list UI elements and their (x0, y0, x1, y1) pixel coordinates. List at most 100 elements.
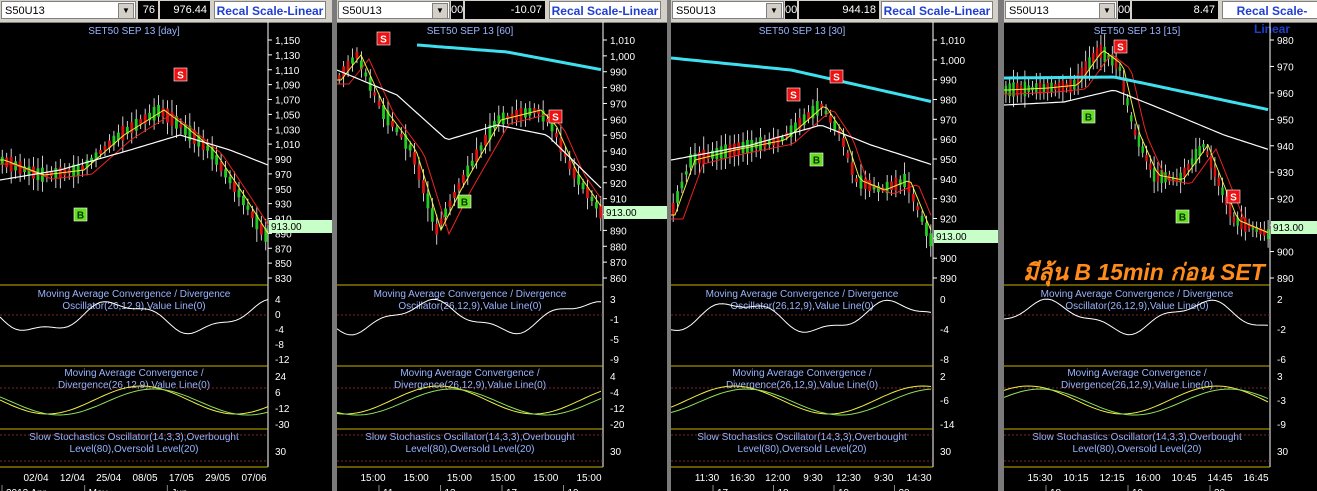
price-tick-label: 1,090 (275, 81, 300, 92)
candle-body (916, 206, 920, 211)
candle-body (1232, 216, 1236, 223)
chart-panel-15min[interactable]: S50U13 ▼ 00 8.47 Recal Scale-Linear SET5… (1004, 0, 1317, 491)
ma-white-line (671, 124, 932, 165)
macd-tick: 6 (275, 388, 281, 399)
chevron-down-icon[interactable]: ▼ (118, 3, 134, 19)
candle-body (453, 191, 456, 199)
macd-oscillator-title: Oscillator(26,12,9),Value Line(0) (398, 301, 541, 312)
price-tick-label: 970 (275, 170, 292, 181)
candle-body (426, 193, 430, 209)
ma-white-line (0, 134, 269, 181)
price-tick-label: 980 (610, 84, 627, 95)
annotation-note: มีลุ้น B 15min ก่อน SET (1023, 259, 1265, 285)
macd-oscillator-tick: -8 (275, 340, 284, 351)
candle-body (1217, 177, 1220, 186)
candle-body (1130, 115, 1133, 122)
candle-body (546, 118, 550, 123)
price-tick-label: 1,030 (275, 125, 300, 136)
symbol-select[interactable]: S50U13 ▼ (672, 1, 784, 19)
candle-body (466, 165, 470, 177)
date-tick-label: 12:00 (765, 473, 790, 484)
candle-body (1179, 172, 1182, 183)
candle-body (842, 137, 845, 147)
price-tick-label: 930 (940, 195, 957, 206)
date-axis-bg (0, 468, 332, 491)
recal-scale-button[interactable]: Recal Scale-Linear (881, 1, 993, 19)
signal-badge-label: B (813, 156, 820, 167)
candle-body (152, 106, 156, 121)
candle-body (5, 157, 9, 168)
price-tick-label: 950 (275, 185, 292, 196)
stochastic-title: Slow Stochastics Oscillator(14,3,3),Over… (29, 432, 239, 443)
signal-badge-label: B (1085, 113, 1092, 124)
candle-body (457, 183, 461, 191)
candle-body (732, 143, 736, 156)
symbol-select[interactable]: S50U13 ▼ (1, 1, 136, 19)
date-tick-label: 16:45 (1243, 473, 1268, 484)
macd-oscillator-tick: -2 (1277, 325, 1286, 336)
chart-panel-60min[interactable]: S50U13 ▼ 00 -10.07 Recal Scale-Linear SE… (337, 0, 667, 491)
last-price-label: 913.00 (606, 208, 637, 219)
chart-svg[interactable]: SET50 SEP 13 [day] 1,150 1,130 1,110 1,090 1,… (0, 22, 332, 491)
recal-scale-button[interactable]: Recal Scale-Linear (1222, 1, 1317, 36)
macd-tick: -9 (1277, 420, 1286, 431)
candle-body (364, 72, 368, 77)
chevron-down-icon[interactable]: ▼ (766, 3, 782, 19)
price-tick-label: 1,130 (275, 51, 300, 62)
candle-body (572, 167, 576, 179)
candle-body (1213, 167, 1217, 177)
date-tick-label: 16:00 (1135, 473, 1160, 484)
candle-body (702, 149, 706, 164)
candle-body (121, 125, 125, 141)
candle-body (373, 92, 377, 96)
price-tick-label: 890 (940, 274, 957, 285)
mini-value-1: 00 (1118, 1, 1130, 19)
recal-scale-button[interactable]: Recal Scale-Linear (214, 1, 326, 19)
signal-badge-label: B (77, 211, 84, 222)
chart-svg[interactable]: SET50 SEP 13 [60] 1,010 1,000 990 980 970 960 9… (337, 22, 667, 491)
macd-oscillator-tick: -12 (275, 355, 290, 366)
price-tick-label: 900 (940, 254, 957, 265)
candle-body (1133, 129, 1137, 136)
recal-scale-button[interactable]: Recal Scale-Linear (549, 1, 661, 19)
candle-body (413, 151, 417, 165)
chart-panel-day[interactable]: S50U13 ▼ 76 976.44 Recal Scale-Linear SE… (0, 0, 332, 491)
price-tick-label: 930 (275, 200, 292, 211)
price-tick-label: 980 (940, 96, 957, 107)
signal-badge-label: S (177, 71, 184, 82)
candle-body (568, 160, 572, 169)
mini-value-1: 76 (138, 1, 158, 19)
price-tick-label: 1,150 (275, 36, 300, 47)
candle-body (351, 57, 354, 64)
candle-body (134, 118, 138, 131)
candle-body (1206, 151, 1209, 156)
macd-title: Moving Average Convergence / (1067, 368, 1207, 379)
price-tick-label: 870 (610, 258, 627, 269)
price-tick-label: 970 (610, 99, 627, 110)
symbol-select[interactable]: S50U13 ▼ (338, 1, 450, 19)
candle-body (246, 205, 250, 210)
candle-body (925, 222, 928, 236)
price-tick-label: 910 (610, 195, 627, 206)
chart-title: SET50 SEP 13 [day] (88, 26, 180, 37)
stochastic-title: Level(80),Oversold Level(20) (738, 444, 867, 455)
candle-body (1149, 163, 1152, 170)
ma-red-line (0, 113, 269, 225)
macd-oscillator-tick: -9 (610, 355, 619, 366)
mini-value-2: 944.18 (799, 1, 879, 19)
price-tick-label: 920 (610, 179, 627, 190)
macd-oscillator-title: Oscillator(26,12,9),Value Line(0) (62, 301, 205, 312)
chevron-down-icon[interactable]: ▼ (1099, 3, 1115, 19)
macd-oscillator-tick: 3 (610, 295, 616, 306)
mini-value-2: -10.07 (465, 1, 545, 19)
stochastic-tick: 30 (275, 447, 287, 458)
price-tick-label: 860 (610, 274, 627, 285)
date-tick-label: 15:00 (360, 473, 385, 484)
candle-body (206, 145, 210, 151)
chart-panel-30min[interactable]: S50U13 ▼ 00 944.18 Recal Scale-Linear SE… (671, 0, 998, 491)
symbol-select[interactable]: S50U13 ▼ (1005, 1, 1117, 19)
chart-svg[interactable]: SET50 SEP 13 [30] 1,010 1,000 990 980 970 960 9… (671, 22, 998, 491)
candle-body (228, 176, 232, 184)
candle-body (911, 193, 915, 202)
chevron-down-icon[interactable]: ▼ (432, 3, 448, 19)
